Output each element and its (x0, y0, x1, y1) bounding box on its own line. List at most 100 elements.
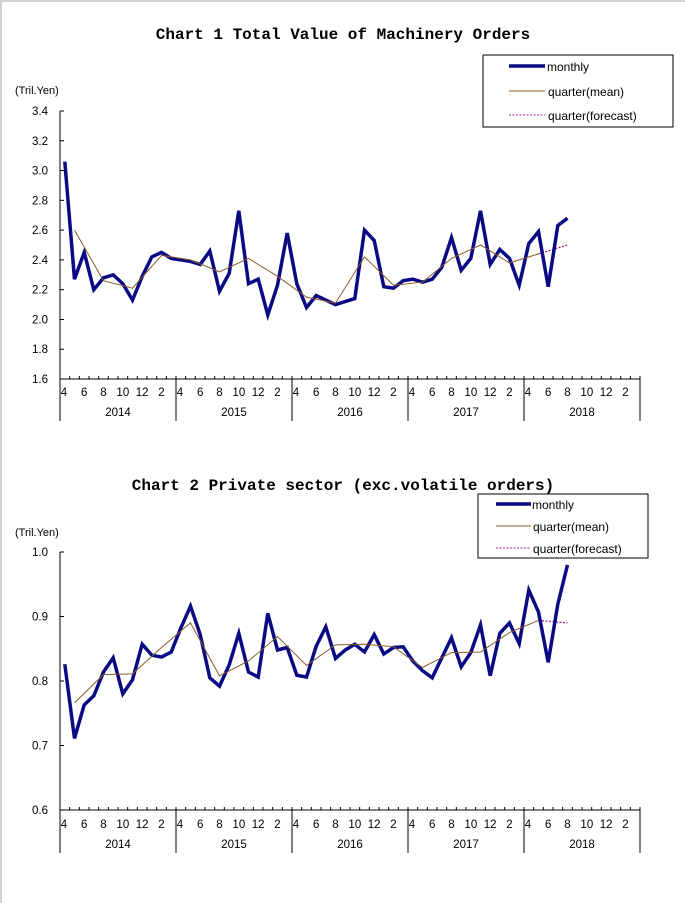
x-month-label: 6 (429, 387, 435, 399)
x-month-label: 6 (197, 387, 203, 399)
x-month-label: 6 (81, 819, 87, 831)
x-month-label: 4 (61, 387, 68, 399)
chart-1: Chart 1 Total Value of Machinery Orders … (15, 26, 674, 421)
x-month-label: 12 (484, 819, 497, 831)
x-month-label: 10 (580, 387, 593, 399)
x-month-label: 10 (116, 387, 129, 399)
x-year-label: 2015 (221, 407, 247, 419)
y-tick-label: 0.8 (32, 676, 48, 688)
x-month-label: 10 (464, 819, 477, 831)
y-tick-label: 0.6 (32, 805, 48, 817)
axes: 0.6 0.7 0.8 0.9 1.0 2014 4 6 8 10 12 2 2015 4 6 8 10 12 2 2… (32, 547, 641, 853)
x-month-label: 8 (332, 387, 338, 399)
x-month-label: 8 (564, 387, 570, 399)
x-month-label: 12 (136, 819, 149, 831)
x-month-label: 4 (525, 387, 532, 399)
x-month-label: 4 (177, 387, 184, 399)
series-line-quarter-mean (74, 619, 539, 704)
x-month-label: 2 (274, 387, 280, 399)
x-month-label: 2 (622, 387, 628, 399)
x-month-label: 6 (313, 387, 319, 399)
y-tick-label: 2.0 (32, 314, 48, 326)
x-month-label: 4 (177, 819, 184, 831)
x-month-label: 4 (409, 819, 416, 831)
x-month-label: 12 (252, 819, 265, 831)
legend-label-monthly: monthly (547, 60, 589, 74)
x-month-label: 2 (274, 819, 280, 831)
legend: monthly quarter(mean) quarter(forecast) (482, 54, 674, 128)
legend-label-quarter-mean: quarter(mean) (548, 85, 624, 99)
chart-2: Chart 2 Private sector (exc.volatile ord… (15, 477, 649, 853)
x-month-label: 6 (545, 819, 551, 831)
x-month-label: 4 (409, 387, 416, 399)
series-group (63, 564, 570, 739)
x-month-label: 10 (116, 819, 129, 831)
x-month-label: 8 (100, 819, 106, 831)
x-year-label: 2015 (221, 839, 247, 851)
x-month-label: 10 (348, 819, 361, 831)
series-group (63, 161, 569, 322)
legend-label-monthly: monthly (532, 498, 574, 512)
x-month-label: 2 (390, 387, 396, 399)
x-month-label: 2 (506, 819, 512, 831)
x-month-label: 8 (216, 819, 222, 831)
x-month-label: 10 (232, 387, 245, 399)
series-line-quarter-mean (74, 229, 539, 304)
legend-label-quarter-forecast: quarter(forecast) (548, 109, 637, 123)
x-year-label: 2018 (569, 839, 595, 851)
x-month-label: 6 (429, 819, 435, 831)
x-month-label: 4 (525, 819, 532, 831)
legend-label-quarter-forecast: quarter(forecast) (533, 542, 622, 556)
x-month-label: 12 (484, 387, 497, 399)
x-year-label: 2017 (453, 839, 479, 851)
x-month-label: 10 (580, 819, 593, 831)
y-tick-label: 1.6 (32, 374, 48, 386)
y-tick-label: 1.8 (32, 344, 48, 356)
x-month-label: 10 (464, 387, 477, 399)
x-month-label: 10 (348, 387, 361, 399)
x-month-label: 4 (293, 819, 300, 831)
x-month-label: 12 (252, 387, 265, 399)
series-line-monthly (63, 161, 569, 322)
x-year-label: 2018 (569, 407, 595, 419)
y-tick-label: 0.7 (32, 741, 48, 753)
x-month-label: 2 (506, 387, 512, 399)
x-month-label: 4 (61, 819, 68, 831)
x-month-label: 6 (313, 819, 319, 831)
x-year-label: 2014 (105, 407, 131, 419)
x-year-label: 2016 (337, 407, 363, 419)
x-month-label: 2 (158, 387, 164, 399)
x-month-label: 6 (197, 819, 203, 831)
y-tick-label: 3.2 (32, 136, 48, 148)
x-month-label: 2 (622, 819, 628, 831)
x-month-label: 6 (545, 387, 551, 399)
y-tick-label: 2.2 (32, 285, 48, 297)
x-month-label: 12 (136, 387, 149, 399)
y-tick-label: 3.4 (32, 106, 49, 118)
chart-title: Chart 2 Private sector (exc.volatile ord… (132, 477, 554, 495)
x-month-label: 8 (100, 387, 106, 399)
x-month-label: 12 (600, 387, 613, 399)
legend-label-quarter-mean: quarter(mean) (533, 520, 609, 534)
x-month-label: 2 (390, 819, 396, 831)
x-month-label: 2 (158, 819, 164, 831)
x-month-label: 12 (368, 387, 381, 399)
x-month-label: 6 (81, 387, 87, 399)
y-tick-label: 2.4 (32, 255, 49, 267)
y-tick-label: 0.9 (32, 612, 48, 624)
x-month-label: 4 (293, 387, 300, 399)
x-year-label: 2014 (105, 839, 131, 851)
x-month-label: 12 (600, 819, 613, 831)
y-axis-unit-label: (Tril.Yen) (15, 85, 59, 97)
series-line-monthly (63, 564, 570, 739)
x-year-label: 2016 (337, 839, 363, 851)
x-month-label: 8 (216, 387, 222, 399)
x-year-label: 2017 (453, 407, 479, 419)
axes: 1.6 1.8 2.0 2.2 2.4 2.6 2.8 3.0 3.2 3.4 2014 4 6 8 10 1… (32, 106, 641, 421)
x-month-label: 8 (564, 819, 570, 831)
y-tick-label: 2.8 (32, 195, 48, 207)
x-month-label: 8 (448, 387, 454, 399)
legend: monthly quarter(mean) quarter(forecast) (477, 493, 649, 559)
y-tick-label: 3.0 (32, 166, 48, 178)
y-axis-unit-label: (Tril.Yen) (15, 527, 59, 539)
